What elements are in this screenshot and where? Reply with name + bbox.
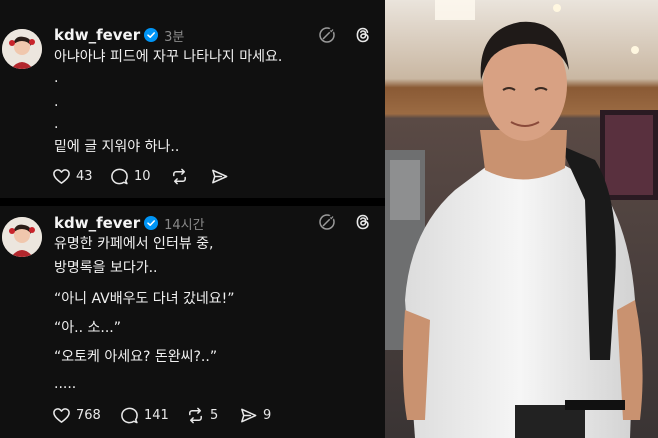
post-actions: 43 10 [52, 165, 234, 187]
profile-photo [385, 0, 658, 438]
slash-circle-icon[interactable] [318, 26, 336, 44]
post-text-line: . [54, 116, 59, 132]
like-count: 768 [76, 407, 101, 423]
threads-logo-icon[interactable] [354, 26, 372, 44]
post-text-line: “오토케 아세요? 돈완씨?..” [54, 349, 218, 365]
like-button[interactable]: 768 [52, 406, 120, 425]
like-button[interactable]: 43 [52, 167, 110, 186]
post-time: 14시간 [164, 217, 205, 233]
post-text-line: 아냐아냐 피드에 자꾸 나타나지 마세요. [54, 49, 283, 65]
photo-illustration [385, 0, 658, 438]
slash-circle-icon[interactable] [318, 213, 336, 231]
share-count: 9 [263, 407, 272, 423]
screenshot-composite: kdw_fever 3분 아냐아냐 피드에 자꾸 나타나지 마세요. . . .… [0, 0, 658, 438]
username[interactable]: kdw_fever [54, 214, 140, 232]
post-text-line: . [54, 70, 59, 86]
post-actions: 768 141 5 9 [52, 404, 271, 426]
repost-icon [173, 168, 186, 184]
post-divider [0, 198, 385, 206]
post-header-icons [318, 213, 372, 231]
username[interactable]: kdw_fever [54, 26, 140, 44]
like-count: 43 [76, 168, 93, 184]
heart-icon [53, 168, 70, 184]
post-text-line: 밑에 글 지워야 하나.. [54, 139, 180, 155]
verified-badge-icon [144, 28, 159, 42]
avatar[interactable] [2, 217, 42, 257]
post-text-line: 방명록을 보다가.. [54, 260, 158, 276]
post-header-icons [318, 26, 372, 44]
threads-feed: kdw_fever 3분 아냐아냐 피드에 자꾸 나타나지 마세요. . . .… [0, 0, 385, 438]
thread-post[interactable]: kdw_fever 3분 아냐아냐 피드에 자꾸 나타나지 마세요. . . .… [0, 0, 385, 198]
repost-button[interactable] [170, 167, 210, 186]
send-icon [212, 169, 228, 183]
share-button[interactable]: 9 [239, 406, 271, 425]
post-text-line: “아니 AV배우도 다녀 갔네요!” [54, 291, 235, 307]
verified-badge-icon [144, 216, 159, 230]
post-text-line: 유명한 카페에서 인터뷰 중, [54, 236, 214, 252]
comment-button[interactable]: 10 [110, 167, 170, 186]
repost-icon [189, 407, 202, 423]
post-text-line: “아.. 소...” [54, 320, 121, 336]
repost-count: 5 [210, 407, 219, 423]
comment-button[interactable]: 141 [120, 406, 186, 425]
avatar[interactable] [2, 29, 42, 69]
thread-post[interactable]: kdw_fever 14시간 유명한 카페에서 인터뷰 중, 방명록을 보다가.… [0, 206, 385, 438]
heart-icon [53, 407, 70, 423]
post-time: 3분 [164, 29, 185, 45]
post-text-line: . [54, 94, 59, 110]
comment-bubble-icon [111, 168, 128, 184]
send-icon [241, 408, 257, 422]
comment-count: 10 [134, 168, 151, 184]
repost-button[interactable]: 5 [186, 406, 239, 425]
comment-count: 141 [144, 407, 169, 423]
threads-logo-icon[interactable] [354, 213, 372, 231]
post-text-line: ..... [54, 376, 77, 392]
comment-bubble-icon [121, 407, 138, 423]
post-header: kdw_fever 14시간 [54, 212, 205, 234]
post-header: kdw_fever 3분 [54, 24, 184, 46]
share-button[interactable] [210, 167, 234, 186]
